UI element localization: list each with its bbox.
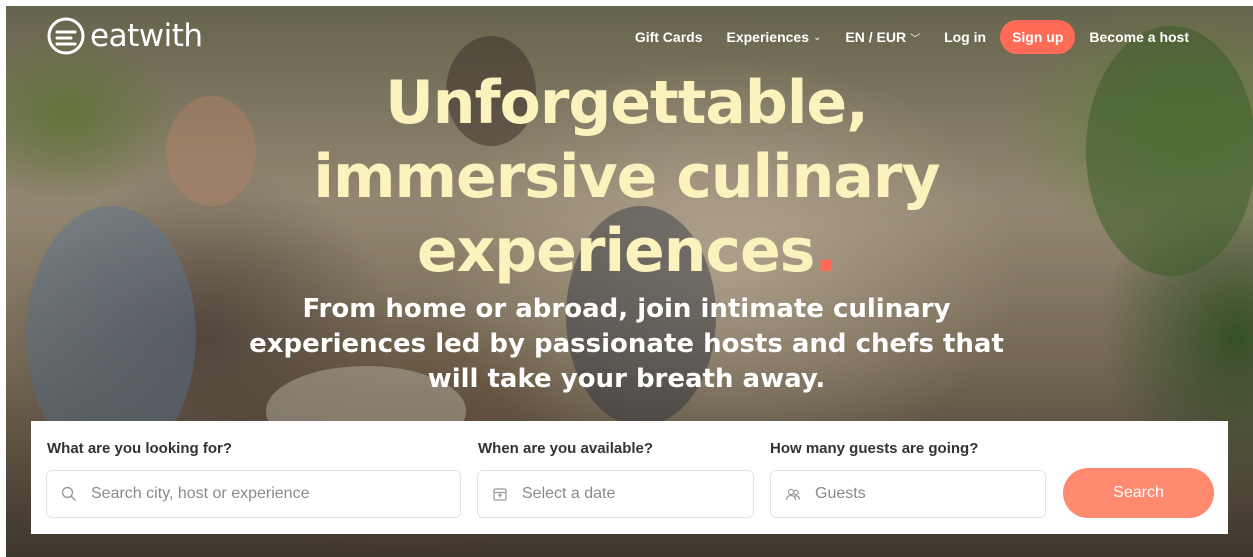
eatwith-logo[interactable]: eatwith [46, 16, 203, 56]
guests-input[interactable]: Guests [770, 470, 1046, 518]
headline-line: Unforgettable, [385, 68, 869, 138]
headline-dot: . [814, 216, 837, 286]
search-icon [61, 486, 77, 502]
nav-experiences[interactable]: Experiences ⌄ [715, 29, 834, 45]
headline-line: immersive culinary [313, 142, 940, 212]
headline-line: experiences. [0, 214, 1253, 288]
signup-button[interactable]: Sign up [1000, 20, 1076, 54]
chevron-down-icon: ⌄ [813, 31, 822, 43]
hero-subheadline: From home or abroad, join intimate culin… [0, 292, 1253, 397]
search-input[interactable]: Search city, host or experience [46, 470, 461, 518]
subheadline-line: will take your breath away. [427, 364, 826, 394]
chevron-down-icon: ﹀ [910, 33, 921, 45]
logo-icon [47, 17, 85, 55]
nav-language-label: EN / EUR [845, 29, 907, 45]
calendar-icon [492, 486, 508, 502]
nav-language-currency[interactable]: EN / EUR ﹀ [833, 29, 932, 45]
date-placeholder: Select a date [522, 485, 616, 502]
when-label: When are you available? [478, 440, 654, 457]
subheadline-line: experiences led by passionate hosts and … [249, 329, 1004, 359]
date-input[interactable]: Select a date [477, 470, 754, 518]
search-placeholder: Search city, host or experience [91, 485, 310, 502]
guests-placeholder: Guests [815, 485, 866, 502]
what-label: What are you looking for? [47, 440, 233, 457]
guests-icon [785, 486, 801, 502]
headline-line-text: experiences [416, 216, 816, 286]
nav-experiences-label: Experiences [726, 29, 810, 45]
guests-label: How many guests are going? [770, 440, 979, 457]
search-bar: What are you looking for? Search city, h… [31, 421, 1228, 534]
nav-gift-cards[interactable]: Gift Cards [623, 29, 715, 45]
top-nav: Gift Cards Experiences ⌄ EN / EUR ﹀ Log … [623, 20, 1201, 54]
hero-headline: Unforgettable, immersive culinary experi… [0, 66, 1253, 288]
nav-become-host[interactable]: Become a host [1077, 29, 1201, 45]
search-button[interactable]: Search [1063, 468, 1214, 518]
nav-login[interactable]: Log in [932, 29, 998, 45]
logo-text: eatwith [90, 18, 203, 54]
subheadline-line: From home or abroad, join intimate culin… [302, 294, 951, 324]
